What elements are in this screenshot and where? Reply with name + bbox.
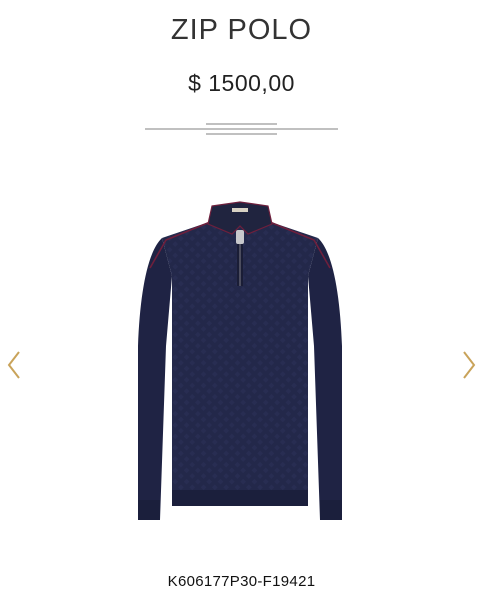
chevron-left-icon — [7, 351, 20, 379]
next-image-button[interactable] — [457, 348, 481, 382]
decorative-divider — [145, 123, 338, 135]
product-image[interactable] — [130, 196, 350, 536]
product-title: ZIP POLO — [170, 14, 313, 46]
product-sku: K606177P30-F19421 — [167, 573, 316, 590]
previous-image-button[interactable] — [2, 348, 26, 382]
chevron-right-icon — [463, 351, 476, 379]
product-price: $ 1500,00 — [188, 70, 295, 96]
